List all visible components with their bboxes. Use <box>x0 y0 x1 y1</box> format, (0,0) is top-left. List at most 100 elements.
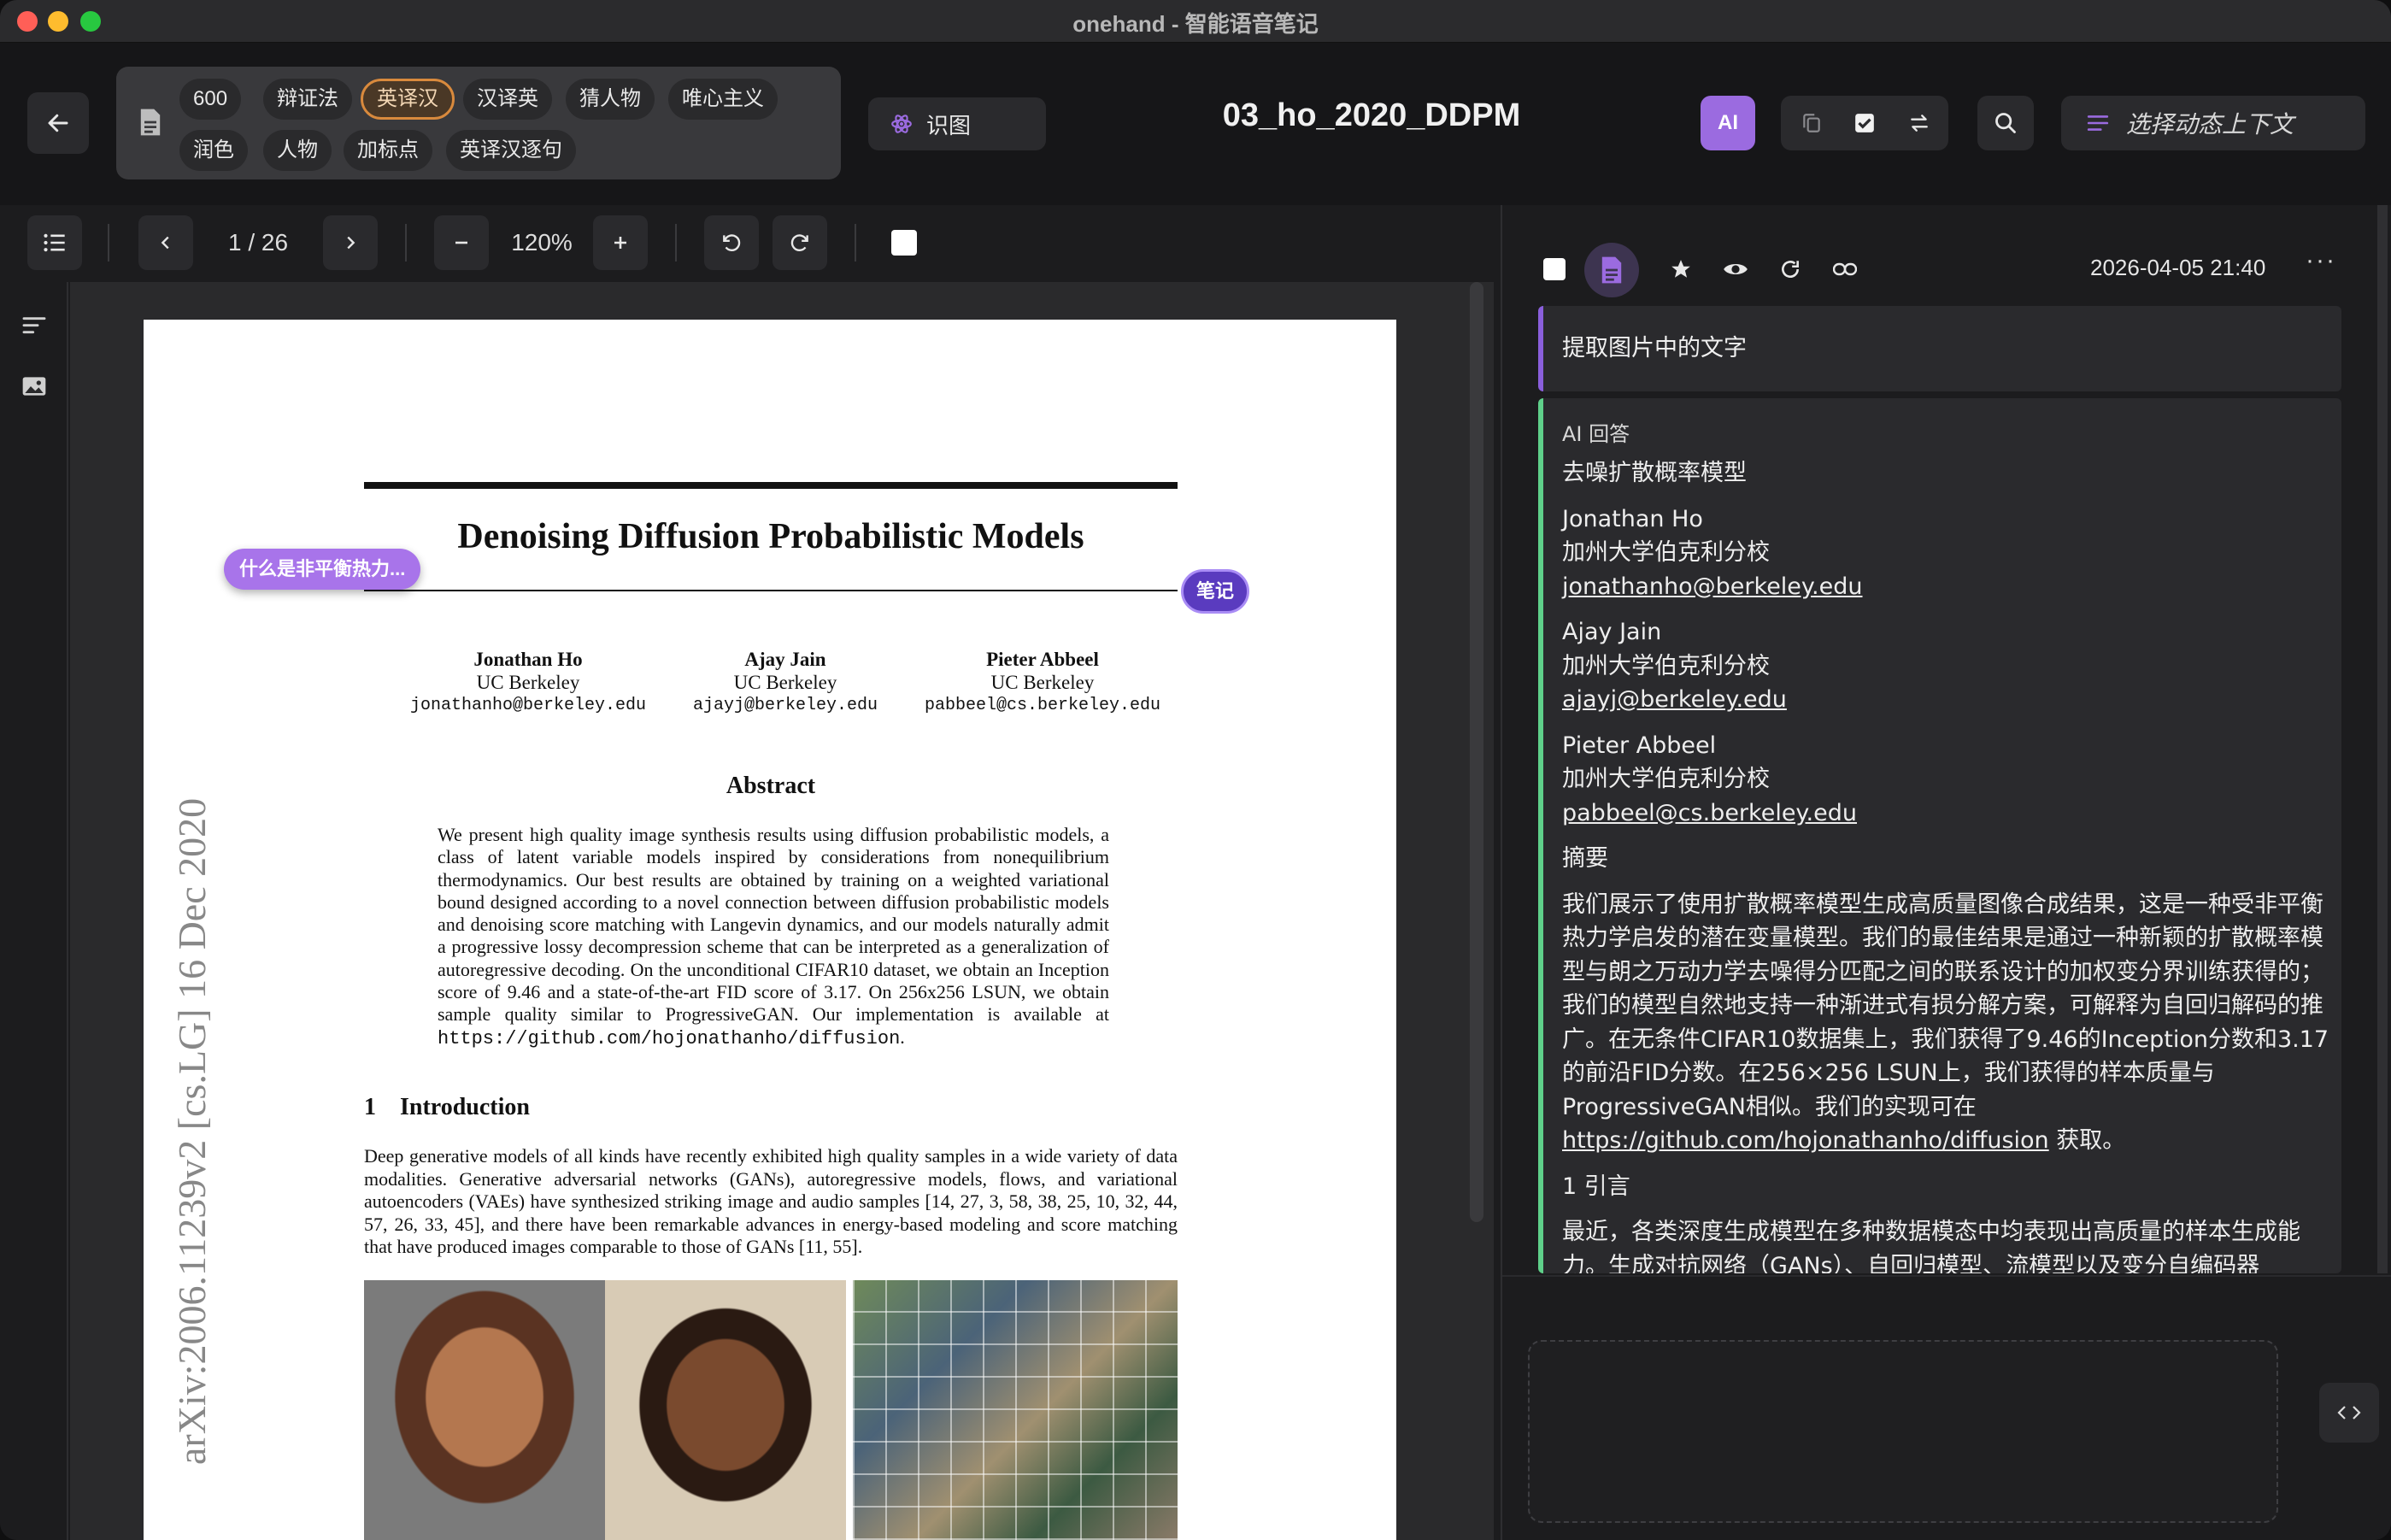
note-panel: 2026-04-05 21:40 ··· 提取图片中的文字 AI 回答 去噪扩散… <box>1502 205 2391 1540</box>
abstract-heading: Abstract <box>726 773 816 799</box>
refresh-icon[interactable] <box>1777 256 1803 282</box>
author-email-link[interactable]: pabbeel@cs.berkeley.edu <box>1562 800 1857 826</box>
answer-intro-heading: 1 引言 <box>1562 1173 1630 1200</box>
chip-person[interactable]: 人物 <box>263 130 332 171</box>
image-recognition-label: 识图 <box>926 112 972 138</box>
ai-answer-label: AI 回答 <box>1562 422 1630 446</box>
title-rule-bottom <box>364 590 1178 591</box>
link-icon[interactable] <box>1832 256 1858 282</box>
paper-title: Denoising Diffusion Probabilistic Models <box>457 517 1084 556</box>
prompt-chip-panel: 600 辩证法 英译汉 汉译英 猜人物 唯心主义 润色 人物 加标点 英译汉逐句 <box>116 67 841 179</box>
chip-idealism[interactable]: 唯心主义 <box>668 79 778 120</box>
star-icon[interactable] <box>1668 256 1694 282</box>
chip-zh-to-en[interactable]: 汉译英 <box>463 79 552 120</box>
lines-icon <box>2087 115 2109 131</box>
swap-icon[interactable] <box>1906 109 1933 137</box>
code-icon <box>2337 1406 2361 1420</box>
note-toolbar: 2026-04-05 21:40 ··· <box>1502 238 2391 299</box>
code-toggle-button[interactable] <box>2319 1383 2379 1443</box>
app-window: onehand - 智能语音笔记 600 辩证法 英译汉 汉译英 猜人物 唯心主… <box>0 0 2391 1540</box>
rotate-cw-icon <box>790 234 808 251</box>
user-prompt: 提取图片中的文字 <box>1538 306 2341 391</box>
author-email-link[interactable]: ajayj@berkeley.edu <box>1562 686 1787 713</box>
eye-icon[interactable] <box>1723 256 1748 282</box>
arrow-left-icon <box>48 114 68 132</box>
abstract-url: https://github.com/hojonathanho/diffusio… <box>438 1027 901 1049</box>
author-affiliation: UC Berkeley <box>733 672 837 693</box>
prev-page-button[interactable] <box>138 215 193 270</box>
image-icon[interactable] <box>21 373 48 400</box>
copy-icon[interactable] <box>1798 109 1825 137</box>
answer-author: Jonathan Ho 加州大学伯克利分校 jonathanho@berkele… <box>1562 503 2331 604</box>
chip-polish[interactable]: 润色 <box>179 130 248 171</box>
search-icon <box>1995 113 2016 133</box>
toolbar-divider <box>855 224 856 262</box>
chip-punctuate[interactable]: 加标点 <box>344 130 432 171</box>
question-annotation-tag[interactable]: 什么是非平衡热力... <box>224 549 421 590</box>
chip-en-to-zh-sentence[interactable]: 英译汉逐句 <box>446 130 576 171</box>
outline-toggle-button[interactable] <box>27 215 82 270</box>
ai-answer-body: 去噪扩散概率模型 Jonathan Ho 加州大学伯克利分校 jonathanh… <box>1562 456 2331 1273</box>
rotate-ccw-icon <box>723 234 741 251</box>
answer-title: 去噪扩散概率模型 <box>1562 460 1747 486</box>
ai-button[interactable]: AI <box>1701 96 1755 150</box>
ai-answer-card: AI 回答 去噪扩散概率模型 Jonathan Ho 加州大学伯克利分校 jon… <box>1538 398 2341 1273</box>
answer-author: Ajay Jain 加州大学伯克利分校 ajayj@berkeley.edu <box>1562 615 2331 717</box>
note-scrollbar[interactable] <box>2377 205 2388 1273</box>
answer-abstract: 我们展示了使用扩散概率模型生成高质量图像合成结果，这是一种受非平衡热力学启发的潜… <box>1562 888 2331 1158</box>
author-affiliation: UC Berkeley <box>990 672 1095 693</box>
search-button[interactable] <box>1977 96 2034 150</box>
author-block: Ajay Jain UC Berkeley ajayj@berkeley.edu <box>657 648 914 717</box>
chevron-left-icon <box>161 236 169 250</box>
note-timestamp: 2026-04-05 21:40 <box>2090 255 2266 280</box>
select-mode-checkbox[interactable] <box>877 215 931 270</box>
input-area <box>1502 1275 2391 1540</box>
chip-dialectics[interactable]: 辩证法 <box>263 79 352 120</box>
rotate-right-button[interactable] <box>773 215 827 270</box>
author-affiliation: 加州大学伯克利分校 <box>1562 539 1770 566</box>
next-page-button[interactable] <box>323 215 378 270</box>
author-affiliation: UC Berkeley <box>476 672 580 693</box>
chevron-right-icon <box>347 236 355 250</box>
note-select-checkbox[interactable] <box>1543 258 1566 280</box>
author-email: pabbeel@cs.berkeley.edu <box>924 696 1161 715</box>
author-name: Ajay Jain <box>1562 619 1662 645</box>
note-actions-group <box>1781 96 1948 150</box>
note-type-button[interactable] <box>1584 243 1639 297</box>
author-affiliation: 加州大学伯克利分校 <box>1562 766 1770 792</box>
note-annotation-tag[interactable]: 笔记 <box>1181 569 1249 614</box>
author-name: Jonathan Ho <box>1562 505 1703 532</box>
chip-600[interactable]: 600 <box>179 79 242 120</box>
dynamic-context-selector[interactable]: 选择动态上下文 <box>2061 96 2365 150</box>
author-name: Jonathan Ho <box>473 649 583 670</box>
answer-url-link[interactable]: https://github.com/hojonathanho/diffusio… <box>1562 1127 2049 1154</box>
list-icon <box>44 233 65 252</box>
more-options-icon[interactable]: ··· <box>2306 246 2336 275</box>
author-name: Pieter Abbeel <box>1562 732 1717 759</box>
rotate-left-button[interactable] <box>704 215 759 270</box>
title-rule-top <box>364 482 1178 489</box>
back-button[interactable] <box>27 92 89 154</box>
sample-face-image <box>364 1280 605 1540</box>
answer-author: Pieter Abbeel 加州大学伯克利分校 pabbeel@cs.berke… <box>1562 729 2331 831</box>
zoom-in-button[interactable] <box>593 215 648 270</box>
note-input-box[interactable] <box>1528 1340 2278 1523</box>
author-affiliation: 加州大学伯克利分校 <box>1562 652 1770 679</box>
author-email-link[interactable]: jonathanho@berkeley.edu <box>1562 573 1863 600</box>
outline-icon[interactable] <box>21 313 48 340</box>
pdf-scrollbar[interactable] <box>1470 282 1483 1222</box>
answer-abstract-heading: 摘要 <box>1562 845 1608 872</box>
document-title: 03_ho_2020_DDPM <box>1222 97 1521 133</box>
image-recognition-button[interactable]: 识图 <box>868 97 1046 150</box>
answer-abstract-tail: 获取。 <box>2048 1127 2126 1154</box>
introduction-heading: 1 Introduction <box>364 1094 530 1120</box>
chip-en-to-zh[interactable]: 英译汉 <box>361 79 455 120</box>
zoom-out-button[interactable] <box>434 215 489 270</box>
toolbar-divider <box>108 224 109 262</box>
document-icon <box>140 109 161 136</box>
checkbox-checked-icon[interactable] <box>1851 109 1878 137</box>
chip-guess-person[interactable]: 猜人物 <box>566 79 655 120</box>
author-name: Pieter Abbeel <box>986 649 1099 670</box>
author-email: jonathanho@berkeley.edu <box>409 696 647 715</box>
dynamic-context-label: 选择动态上下文 <box>2126 111 2294 138</box>
